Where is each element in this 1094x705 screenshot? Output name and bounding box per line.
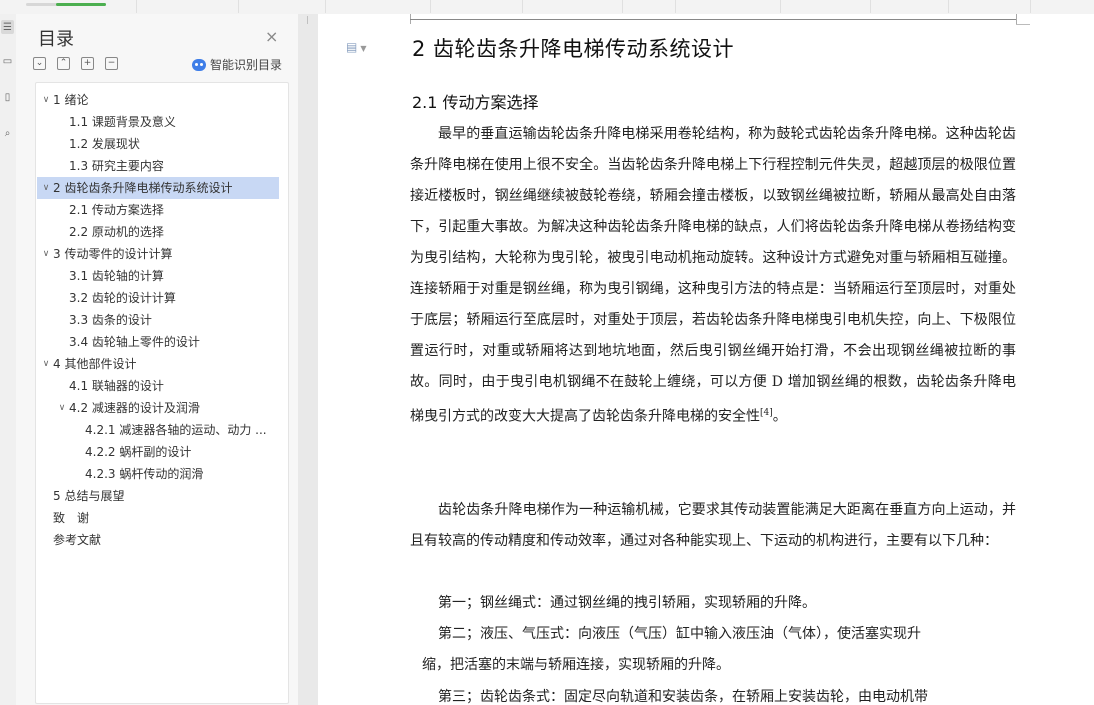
toc-item[interactable]: 1.2 发展现状 (37, 133, 279, 155)
toc-item-label: 2.2 原动机的选择 (69, 225, 164, 239)
toc-item-label: 3.3 齿条的设计 (69, 313, 152, 327)
toolbar-divider (238, 0, 239, 13)
toc-item-label: 3.2 齿轮的设计计算 (69, 291, 176, 305)
toc-item[interactable]: 3.4 齿轮轴上零件的设计 (37, 331, 279, 353)
toc-item[interactable]: 1.3 研究主要内容 (37, 155, 279, 177)
page-corner-mark (1016, 14, 1017, 24)
toc-item[interactable]: 1.1 课题背景及意义 (37, 111, 279, 133)
toolbar-divider (870, 0, 871, 13)
panel-gap (298, 14, 318, 705)
page-icon[interactable]: ▯ (1, 90, 14, 104)
body-paragraph: 最早的垂直运输齿轮齿条升降电梯采用卷轮结构，称为鼓轮式齿轮齿条升降电梯。这种齿轮… (410, 119, 1016, 433)
progress-indicator (56, 3, 106, 6)
chevron-down-icon[interactable]: ∨ (41, 353, 51, 375)
chevron-down-icon[interactable]: ∨ (57, 397, 67, 419)
chevron-down-icon[interactable]: ∨ (41, 89, 51, 111)
left-icon-rail: ☰ ▭ ▯ ⌕ (0, 14, 17, 705)
paragraph-end: 。 (772, 408, 787, 425)
ruler-tick (307, 16, 308, 24)
toc-item[interactable]: 参考文献 (37, 529, 279, 551)
toc-item-label: 2.1 传动方案选择 (69, 203, 164, 217)
toc-item[interactable]: 5 总结与展望 (37, 485, 279, 507)
document-page[interactable]: ▤ ▼ 2 齿轮齿条升降电梯传动系统设计 2.1 传动方案选择 最早的垂直运输齿轮… (318, 14, 1094, 705)
toc-item-label: 4.1 联轴器的设计 (69, 379, 164, 393)
toc-item[interactable]: 3.2 齿轮的设计计算 (37, 287, 279, 309)
toc-item-label: 4.2.2 蜗杆副的设计 (85, 445, 192, 459)
toc-item[interactable]: ∨ 3 传动零件的设计计算 (37, 243, 279, 265)
toc-item[interactable]: 3.1 齿轮轴的计算 (37, 265, 279, 287)
toc-item-label: 5 总结与展望 (53, 489, 125, 503)
toc-item-label: 4.2.1 减速器各轴的运动、动力 ... (85, 423, 267, 437)
toc-item[interactable]: 2.2 原动机的选择 (37, 221, 279, 243)
toolbar-divider (780, 0, 781, 13)
list-line: 第三；齿轮齿条式：固定尽向轨道和安装齿条，在轿厢上安装齿轮，由电动机带 (438, 689, 928, 705)
toc-item-label: 4.2 减速器的设计及润滑 (69, 401, 200, 415)
toc-item-label: 3.1 齿轮轴的计算 (69, 269, 164, 283)
expand-all-button[interactable]: ⌄ (33, 57, 46, 70)
toc-item[interactable]: ∨ 2 齿轮齿条升降电梯传动系统设计 (37, 177, 279, 199)
robot-icon (192, 58, 206, 71)
toc-icon[interactable]: ☰ (1, 20, 14, 34)
toolbar-divider (325, 0, 326, 13)
toc-item-label: 3.4 齿轮轴上零件的设计 (69, 335, 200, 349)
paragraph-text: 最早的垂直运输齿轮齿条升降电梯采用卷轮结构，称为鼓轮式齿轮齿条升降电梯。这种齿轮… (410, 126, 1016, 425)
remove-heading-button[interactable]: − (105, 57, 118, 70)
toc-item-label: 1.3 研究主要内容 (69, 159, 164, 173)
top-toolbar-strip (0, 0, 1094, 15)
bookmark-icon[interactable]: ▭ (1, 54, 14, 68)
heading-2: 2.1 传动方案选择 (412, 93, 539, 112)
collapse-all-button[interactable]: ⌃ (57, 57, 70, 70)
toolbar-divider (522, 0, 523, 13)
toc-item-label: 参考文献 (53, 533, 102, 547)
chevron-down-icon[interactable]: ∨ (41, 243, 51, 265)
toc-item-label: 致 谢 (53, 511, 90, 525)
smart-toc-button[interactable]: 智能识别目录 (192, 56, 282, 73)
chevron-down-icon[interactable]: ∨ (41, 177, 51, 199)
toc-toolbar: ⌄ ⌃ + − (33, 57, 118, 70)
toc-item-label: 3 传动零件的设计计算 (53, 247, 173, 261)
citation: [4] (760, 408, 773, 418)
header-line (410, 19, 1016, 20)
body-paragraph: 齿轮齿条升降电梯作为一种运输机械，它要求其传动装置能满足大距离在垂直方向上运动，… (410, 502, 1016, 549)
toc-item-label: 1.2 发展现状 (69, 137, 140, 151)
toc-item[interactable]: 4.2.2 蜗杆副的设计 (37, 441, 279, 463)
toolbar-divider (622, 0, 623, 13)
page-corner-mark (1016, 24, 1030, 25)
toc-item-label: 2 齿轮齿条升降电梯传动系统设计 (53, 181, 233, 195)
close-icon[interactable]: × (265, 27, 278, 46)
toc-item[interactable]: 4.1 联轴器的设计 (37, 375, 279, 397)
toc-item-label: 4 其他部件设计 (53, 357, 137, 371)
toc-item[interactable]: 4.2.1 减速器各轴的运动、动力 ... (37, 419, 279, 441)
toc-item[interactable]: ∨ 4.2 减速器的设计及润滑 (37, 397, 279, 419)
toolbar-divider (136, 0, 137, 13)
toolbar-divider (430, 0, 431, 13)
smart-toc-label: 智能识别目录 (210, 58, 283, 72)
toolbar-divider (948, 0, 949, 13)
toc-item[interactable]: 4.2.3 蜗杆传动的润滑 (37, 463, 279, 485)
toolbar-divider (675, 0, 676, 13)
toc-item[interactable]: 2.1 传动方案选择 (37, 199, 279, 221)
toc-panel: 目录 × ⌄ ⌃ + − 智能识别目录 ∨ 1 绪论 1.1 课题背景及意义 1.2 … (16, 14, 299, 705)
toc-item[interactable]: ∨ 1 绪论 (37, 89, 279, 111)
list-line: 第二；液压、气压式：向液压（气压）缸中输入液压油（气体），使活塞实现升 (438, 626, 921, 642)
toc-item-label: 1 绪论 (53, 93, 89, 107)
toc-item[interactable]: 3.3 齿条的设计 (37, 309, 279, 331)
toolbar-divider (1030, 0, 1031, 13)
heading-1: 2 齿轮齿条升降电梯传动系统设计 (412, 37, 735, 61)
list-line: 缩，把活塞的末端与轿厢连接，实现轿厢的升降。 (422, 657, 730, 673)
chevron-down-icon: ▼ (360, 44, 367, 53)
toc-list: ∨ 1 绪论 1.1 课题背景及意义 1.2 发展现状 1.3 研究主要内容 ∨ 2 齿轮齿… (35, 82, 289, 704)
search-icon[interactable]: ⌕ (1, 126, 14, 140)
toc-item[interactable]: ∨ 4 其他部件设计 (37, 353, 279, 375)
add-heading-button[interactable]: + (81, 57, 94, 70)
toc-item[interactable]: 致 谢 (37, 507, 279, 529)
toc-title: 目录 (38, 29, 74, 50)
toc-item-label: 4.2.3 蜗杆传动的润滑 (85, 467, 204, 481)
list-line: 第一；钢丝绳式：通过钢丝绳的拽引轿厢，实现轿厢的升降。 (438, 595, 816, 611)
toc-item-label: 1.1 课题背景及意义 (69, 115, 176, 129)
document-icon[interactable]: ▤ ▼ (346, 40, 367, 54)
